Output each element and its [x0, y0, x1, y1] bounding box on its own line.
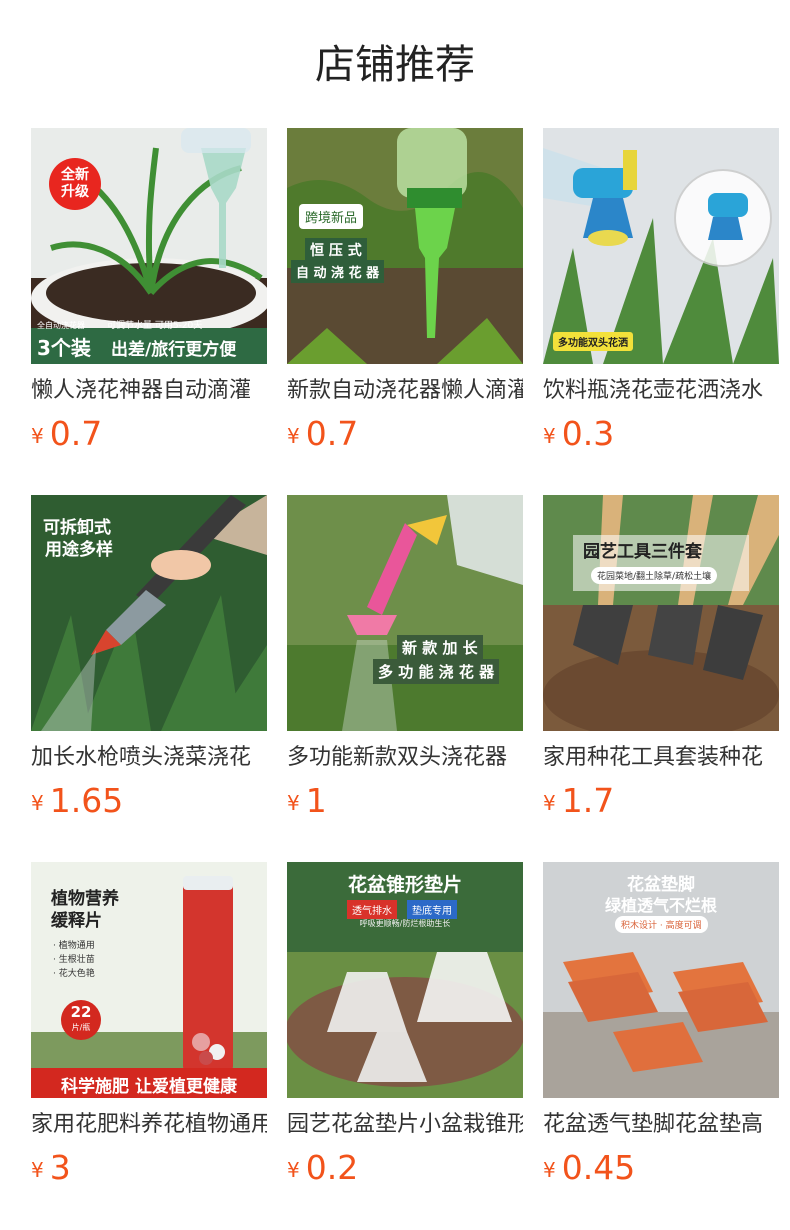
product-name[interactable]: 花盆透气垫脚花盆垫高	[543, 1110, 779, 1140]
product-card[interactable]: 全新 升级 全自动浇花器 3个装 可调节水量 可用5-20天 出差/旅行更方便 …	[31, 128, 267, 468]
overlay-line2: 自 动 浇 花 器	[291, 260, 385, 283]
product-card[interactable]: 植物营养 缓释片 · 植物通用 · 生根壮苗 · 花大色艳 22 片/瓶 科学施…	[31, 862, 267, 1202]
overlay-title: 园艺工具三件套	[583, 542, 702, 562]
currency-symbol: ¥	[31, 791, 44, 815]
product-photo	[543, 495, 779, 731]
product-card[interactable]: 园艺工具三件套 花园菜地/翻土除草/疏松土壤 家用种花工具套装种花 ¥1.7	[543, 495, 779, 835]
overlay-tag: 积木设计 · 高度可调	[615, 916, 708, 933]
overlay-count: 3个装	[37, 336, 91, 360]
price-value: 0.3	[561, 414, 615, 453]
price-value: 0.2	[305, 1148, 359, 1187]
overlay-tag2: 垫底专用	[407, 900, 457, 919]
overlay-small: 全自动浇花器	[37, 321, 85, 330]
price-value: 0.45	[561, 1148, 636, 1187]
price-value: 1.7	[561, 781, 615, 820]
overlay-count: 22	[70, 1003, 92, 1021]
product-name[interactable]: 饮料瓶浇花壶花洒浇水	[543, 376, 779, 406]
product-image[interactable]: 园艺工具三件套 花园菜地/翻土除草/疏松土壤	[543, 495, 779, 731]
overlay-line1: 恒 压 式	[305, 238, 367, 262]
product-name[interactable]: 多功能新款双头浇花器	[287, 743, 523, 773]
overlay-sub: 呼吸更顺畅/防烂根助生长	[359, 919, 451, 928]
product-image[interactable]: 花盆垫脚 绿植透气不烂根 积木设计 · 高度可调	[543, 862, 779, 1098]
currency-symbol: ¥	[31, 424, 44, 448]
overlay-bullet1: · 植物通用	[53, 941, 95, 951]
product-image[interactable]: 可拆卸式 用途多样	[31, 495, 267, 731]
product-image[interactable]: 跨境新品 恒 压 式 自 动 浇 花 器	[287, 128, 523, 364]
overlay-title2: 绿植透气不烂根	[604, 896, 717, 915]
new-upgrade-badge: 全新 升级	[49, 158, 101, 210]
product-photo	[287, 862, 523, 1098]
product-card[interactable]: 花盆锥形垫片 透气排水 垫底专用 呼吸更顺畅/防烂根助生长 园艺花盆垫片小盆栽锥…	[287, 862, 523, 1202]
product-name[interactable]: 家用花肥料养花植物通用	[31, 1110, 267, 1140]
overlay-title2: 缓释片	[51, 911, 102, 931]
currency-symbol: ¥	[287, 1158, 300, 1182]
overlay-line2: 多 功 能 浇 花 器	[373, 659, 500, 684]
product-name[interactable]: 新款自动浇花器懒人滴灌	[287, 376, 523, 406]
currency-symbol: ¥	[31, 1158, 44, 1182]
overlay-banner: 科学施肥 让爱植更健康	[61, 1077, 237, 1097]
overlay-tag: 跨境新品	[299, 204, 364, 229]
product-photo	[543, 128, 779, 364]
product-card[interactable]: 跨境新品 恒 压 式 自 动 浇 花 器 新款自动浇花器懒人滴灌 ¥0.7	[287, 128, 523, 468]
overlay-tip: 可调节水量 可用5-20天	[107, 321, 203, 331]
currency-symbol: ¥	[287, 424, 300, 448]
product-price: ¥1.65	[31, 781, 123, 821]
product-price: ¥0.7	[31, 414, 102, 454]
product-card[interactable]: 花盆垫脚 绿植透气不烂根 积木设计 · 高度可调 花盆透气垫脚花盆垫高 ¥0.4…	[543, 862, 779, 1202]
product-image[interactable]: 多功能双头花洒	[543, 128, 779, 364]
product-image[interactable]: 花盆锥形垫片 透气排水 垫底专用 呼吸更顺畅/防烂根助生长	[287, 862, 523, 1098]
product-card[interactable]: 新 款 加 长 多 功 能 浇 花 器 多功能新款双头浇花器 ¥1	[287, 495, 523, 835]
product-price: ¥3	[31, 1148, 71, 1188]
product-card[interactable]: 可拆卸式 用途多样 加长水枪喷头浇菜浇花 ¥1.65	[31, 495, 267, 835]
product-card[interactable]: 多功能双头花洒 饮料瓶浇花壶花洒浇水 ¥0.3	[543, 128, 779, 468]
overlay-sub: 花园菜地/翻土除草/疏松土壤	[591, 567, 718, 584]
price-value: 0.7	[305, 414, 359, 453]
overlay-line2: 用途多样	[45, 540, 113, 560]
overlay-tag: 多功能双头花洒	[553, 332, 633, 351]
product-photo	[287, 495, 523, 731]
overlay-bullet3: · 花大色艳	[53, 969, 95, 979]
currency-symbol: ¥	[287, 791, 300, 815]
currency-symbol: ¥	[543, 791, 556, 815]
overlay-title: 花盆锥形垫片	[347, 874, 462, 896]
product-price: ¥0.3	[543, 414, 614, 454]
product-name[interactable]: 加长水枪喷头浇菜浇花	[31, 743, 267, 773]
price-value: 1.65	[49, 781, 124, 820]
price-value: 3	[49, 1148, 71, 1187]
product-price: ¥1	[287, 781, 327, 821]
currency-symbol: ¥	[543, 1158, 556, 1182]
overlay-unit: 片/瓶	[71, 1023, 91, 1032]
price-value: 0.7	[49, 414, 103, 453]
overlay-tag1: 透气排水	[347, 900, 397, 919]
overlay-slogan: 出差/旅行更方便	[111, 340, 237, 360]
product-image[interactable]: 植物营养 缓释片 · 植物通用 · 生根壮苗 · 花大色艳 22 片/瓶 科学施…	[31, 862, 267, 1098]
overlay-bullet2: · 生根壮苗	[53, 955, 95, 965]
product-price: ¥1.7	[543, 781, 614, 821]
page-title: 店铺推荐	[315, 42, 475, 88]
currency-symbol: ¥	[543, 424, 556, 448]
product-image[interactable]: 新 款 加 长 多 功 能 浇 花 器	[287, 495, 523, 731]
product-name[interactable]: 园艺花盆垫片小盆栽锥形	[287, 1110, 523, 1140]
product-price: ¥0.7	[287, 414, 358, 454]
price-value: 1	[305, 781, 327, 820]
overlay-line1: 新 款 加 长	[397, 635, 483, 660]
product-price: ¥0.45	[543, 1148, 635, 1188]
product-price: ¥0.2	[287, 1148, 358, 1188]
product-name[interactable]: 家用种花工具套装种花	[543, 743, 779, 773]
product-name[interactable]: 懒人浇花神器自动滴灌	[31, 376, 267, 406]
product-image[interactable]: 全新 升级 全自动浇花器 3个装 可调节水量 可用5-20天 出差/旅行更方便	[31, 128, 267, 364]
